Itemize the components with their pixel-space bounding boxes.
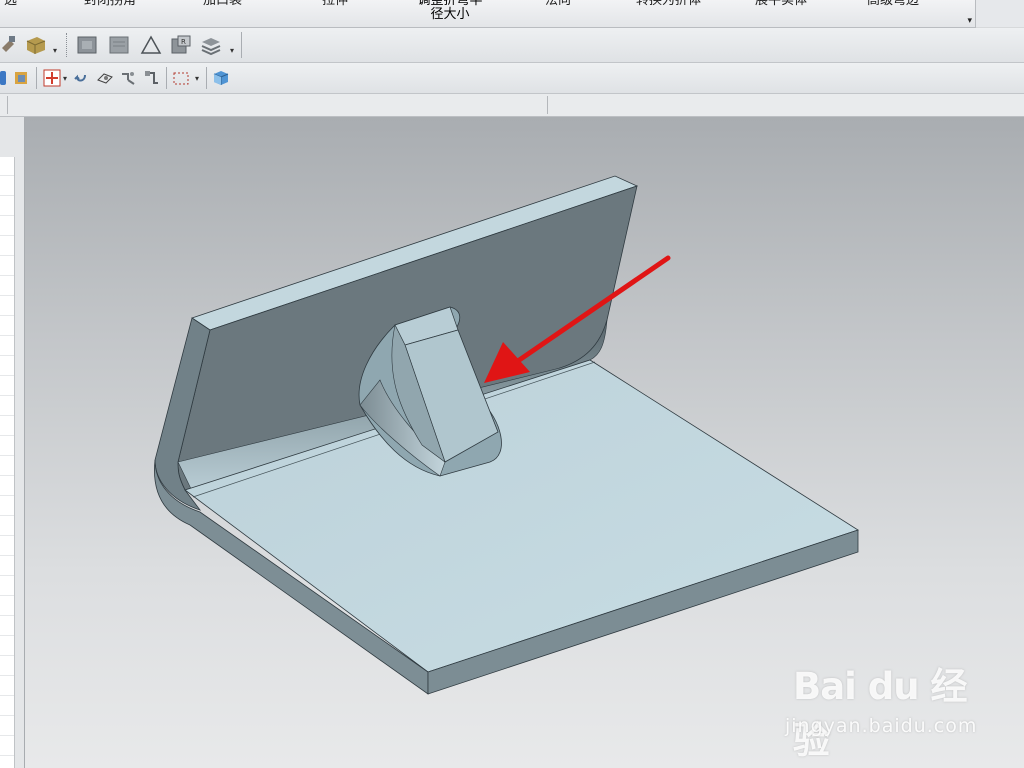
tree-row[interactable] (0, 315, 14, 316)
toolbar2-dropdown-b[interactable]: ▾ (195, 74, 199, 83)
undo-arrow-icon[interactable] (72, 68, 90, 88)
ribbon-cmd-advanced-flange[interactable]: 高级弯边 (867, 0, 919, 8)
header-divider[interactable] (547, 96, 548, 114)
navigator-tree[interactable] (0, 157, 15, 768)
toolbar-row-2: ▾ ▾ (0, 63, 1024, 94)
tool-icon[interactable] (118, 68, 138, 88)
layers-icon[interactable] (198, 33, 224, 57)
tree-row[interactable] (0, 515, 14, 516)
ribbon-cmd-flatten[interactable]: 展平实体 (755, 0, 807, 8)
ribbon-more-icon[interactable]: ▾ (967, 16, 972, 26)
ribbon-cmd-extrude[interactable]: 拉伸 (322, 0, 348, 8)
point-filter-icon[interactable] (42, 68, 62, 88)
tree-row[interactable] (0, 355, 14, 356)
tree-row[interactable] (0, 695, 14, 696)
tree-row[interactable] (0, 215, 14, 216)
toolbar-grip[interactable] (66, 33, 70, 57)
panel-header-strip (0, 94, 1024, 117)
view-icon[interactable] (95, 68, 115, 88)
tree-row[interactable] (0, 735, 14, 736)
face-icon[interactable] (106, 33, 132, 57)
watermark-site: jingyan.baidu.com (785, 715, 978, 737)
tree-row[interactable] (0, 475, 14, 476)
tree-row[interactable] (0, 455, 14, 456)
tree-row[interactable] (0, 335, 14, 336)
tree-row[interactable] (0, 375, 14, 376)
tree-row[interactable] (0, 295, 14, 296)
tree-row[interactable] (0, 235, 14, 236)
toolbar1-dropdown-a[interactable]: ▾ (53, 46, 57, 55)
ribbon-cmd-normal[interactable]: 法向 (545, 0, 571, 8)
tree-row[interactable] (0, 595, 14, 596)
ribbon-cmd-adjust-bend-radius[interactable]: 调整折弯半 径大小 (414, 0, 486, 22)
baidu-watermark: Bai du 经验 jingyan.baidu.com (785, 652, 995, 762)
toolbar-separator (36, 67, 37, 89)
watermark-brand: Bai du 经验 (793, 665, 967, 762)
tree-row[interactable] (0, 495, 14, 496)
ribbon-cmd-closed-corner[interactable]: 封闭拐角 (84, 0, 136, 8)
tree-row[interactable] (0, 555, 14, 556)
box-icon[interactable] (22, 33, 50, 55)
feature-tool-icon[interactable] (0, 33, 18, 55)
toolbar2-dropdown-a[interactable]: ▾ (63, 74, 67, 83)
toolbar-separator (206, 67, 207, 89)
toolbar-separator (241, 32, 242, 58)
tree-row[interactable] (0, 535, 14, 536)
tree-row[interactable] (0, 575, 14, 576)
tree-row[interactable] (0, 655, 14, 656)
tree-row[interactable] (0, 755, 14, 756)
tree-row[interactable] (0, 635, 14, 636)
tree-row[interactable] (0, 195, 14, 196)
header-divider (7, 96, 8, 114)
svg-text:R: R (181, 38, 186, 46)
sketch-face-icon[interactable] (74, 33, 100, 57)
tree-row[interactable] (0, 415, 14, 416)
ribbon-cmd-pocket[interactable]: 加口袋 (203, 0, 242, 8)
section-icon[interactable]: R (168, 33, 194, 57)
ribbon-cmd-convert[interactable]: 转换为折体 (636, 0, 701, 8)
tool2-icon[interactable] (142, 68, 162, 88)
tree-row[interactable] (0, 395, 14, 396)
triangle-icon[interactable] (138, 33, 164, 57)
tree-row[interactable] (0, 255, 14, 256)
tree-row[interactable] (0, 175, 14, 176)
tree-row[interactable] (0, 675, 14, 676)
tree-row[interactable] (0, 275, 14, 276)
tree-row[interactable] (0, 615, 14, 616)
toolbar-row-1: ▾ R ▾ (0, 28, 1024, 63)
toolbar1-dropdown-b[interactable]: ▾ (230, 46, 234, 55)
graphics-viewport[interactable]: Bai du 经验 jingyan.baidu.com (25, 117, 1024, 768)
navigator-panel[interactable] (0, 117, 25, 768)
command-ribbon: 选 封闭拐角 加口袋 拉伸 调整折弯半 径大小 法向 转换为折体 展平实体 高级… (0, 0, 976, 28)
cube-icon[interactable] (211, 68, 231, 88)
ribbon-cmd-adjust-line2: 径大小 (430, 7, 470, 22)
ribbon-cmd-select[interactable]: 选 (4, 0, 17, 8)
select-box-icon[interactable] (171, 68, 191, 88)
select-icon[interactable] (0, 68, 8, 88)
toolbar-separator (166, 67, 167, 89)
tree-row[interactable] (0, 715, 14, 716)
ribbon-right-blank (976, 0, 1024, 27)
snap-icon[interactable] (12, 68, 32, 88)
tree-row[interactable] (0, 435, 14, 436)
